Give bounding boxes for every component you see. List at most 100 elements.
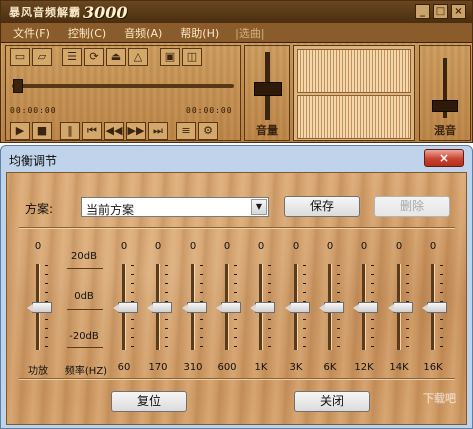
db-line-bottom xyxy=(67,347,103,348)
menu-bar: 文件(F) 控制(C) 音频(A) 帮助(H) |选曲| xyxy=(1,23,472,43)
up-icon[interactable]: △ xyxy=(128,48,148,66)
open-folder-icon[interactable]: ▭ xyxy=(10,48,30,66)
band-slider-thumb[interactable] xyxy=(216,302,241,313)
band-slider-thumb[interactable] xyxy=(388,302,413,313)
reset-button[interactable]: 复位 xyxy=(111,391,187,412)
band-value: 0 xyxy=(120,241,128,252)
volume-knob[interactable] xyxy=(254,82,282,96)
band-value: 0 xyxy=(360,241,368,252)
seek-knob[interactable] xyxy=(13,79,23,93)
pause-icon[interactable]: ‖ xyxy=(60,122,80,140)
band-frequency-label: 3K xyxy=(289,362,303,373)
band-frequency-label: 14K xyxy=(389,362,409,373)
menu-control[interactable]: 控制(C) xyxy=(68,25,106,41)
playlist-icon[interactable]: ☰ xyxy=(62,48,82,66)
seek-bar[interactable] xyxy=(12,84,234,88)
band-value: 0 xyxy=(292,241,300,252)
delete-button[interactable]: 删除 xyxy=(374,196,450,217)
spectrum-top xyxy=(297,49,411,93)
minimize-button[interactable]: _ xyxy=(415,4,430,19)
save-button[interactable]: 保存 xyxy=(284,196,360,217)
equalizer-dialog: 均衡调节 × 方案: 当前方案 ▼ 保存 删除 20dB 0dB -20dB 频… xyxy=(0,145,473,429)
band-frequency-label: 170 xyxy=(148,362,168,373)
band-slider-thumb[interactable] xyxy=(147,302,172,313)
band-value: 0 xyxy=(429,241,437,252)
prev-icon[interactable]: ⏮ xyxy=(82,122,102,140)
band-slider-thumb[interactable] xyxy=(182,302,207,313)
db-label-bottom: -20dB xyxy=(69,331,99,342)
preset-select[interactable]: 当前方案 ▼ xyxy=(81,197,269,217)
band-frequency-label: 1K xyxy=(254,362,268,373)
bottom-divider xyxy=(19,378,455,380)
control-panel: ▭ ▱ ☰ ⟳ ⏏ △ ▣ ◫ 00:00:00 00:00:00 ▶ ■ ‖ … xyxy=(5,45,241,141)
menu-file[interactable]: 文件(F) xyxy=(13,25,50,41)
band-slider-thumb[interactable] xyxy=(27,302,52,313)
menu-audio[interactable]: 音频(A) xyxy=(124,25,162,41)
menu-select-track[interactable]: |选曲| xyxy=(235,25,264,41)
settings-icon[interactable]: ⚙ xyxy=(198,122,218,140)
close-button[interactable]: × xyxy=(451,4,466,19)
loop-icon[interactable]: ⟳ xyxy=(84,48,104,66)
band-value: 0 xyxy=(326,241,334,252)
spectrum-bottom xyxy=(297,95,411,139)
band-slider-thumb[interactable] xyxy=(250,302,275,313)
dialog-title: 均衡调节 xyxy=(9,154,58,168)
menu-help[interactable]: 帮助(H) xyxy=(180,25,219,41)
preset-value: 当前方案 xyxy=(86,203,135,217)
next-icon[interactable]: ⏭ xyxy=(148,122,168,140)
watermark: 下载吧 xyxy=(423,392,456,405)
volume-label: 音量 xyxy=(256,124,278,137)
band-value: 0 xyxy=(34,241,42,252)
stop-icon[interactable]: ■ xyxy=(32,122,52,140)
maximize-button[interactable]: □ xyxy=(433,4,448,19)
eject-icon[interactable]: ⏏ xyxy=(106,48,126,66)
band-value: 0 xyxy=(223,241,231,252)
transport-toolbar: ▶ ■ ‖ ⏮ ◀◀ ▶▶ ⏭ ≡ ⚙ xyxy=(10,122,218,142)
list-icon[interactable]: ≡ xyxy=(176,122,196,140)
close-dialog-button[interactable]: 关闭 xyxy=(294,391,370,412)
band-slider-thumb[interactable] xyxy=(113,302,138,313)
time-elapsed: 00:00:00 xyxy=(10,106,57,115)
band-frequency-label: 12K xyxy=(354,362,374,373)
band-frequency-label: 600 xyxy=(217,362,237,373)
band-frequency-label: 16K xyxy=(423,362,443,373)
spectrum-display xyxy=(293,45,415,141)
volume-panel: 音量 xyxy=(244,45,290,141)
top-divider xyxy=(19,227,455,229)
equalizer-body: 方案: 当前方案 ▼ 保存 删除 20dB 0dB -20dB 频率(HZ) 0… xyxy=(6,172,467,425)
mix-panel: 混音 xyxy=(419,45,471,141)
preset-label: 方案: xyxy=(25,202,54,216)
db-line-top xyxy=(67,268,103,269)
time-total: 00:00:00 xyxy=(186,106,233,115)
band-value: 0 xyxy=(395,241,403,252)
top-toolbar: ▭ ▱ ☰ ⟳ ⏏ △ ▣ ◫ xyxy=(10,48,202,68)
open-file-icon[interactable]: ▱ xyxy=(32,48,52,66)
screen-icon[interactable]: ▣ xyxy=(160,48,180,66)
band-slider-thumb[interactable] xyxy=(319,302,344,313)
band-frequency-label: 6K xyxy=(323,362,337,373)
rewind-icon[interactable]: ◀◀ xyxy=(104,122,124,140)
player-window: 暴风音频解霸 3000 _ □ × 文件(F) 控制(C) 音频(A) 帮助(H… xyxy=(0,0,473,143)
mix-label: 混音 xyxy=(434,124,456,137)
band-value: 0 xyxy=(257,241,265,252)
band-value: 0 xyxy=(154,241,162,252)
db-label-top: 20dB xyxy=(71,251,97,262)
mix-knob[interactable] xyxy=(432,100,458,112)
play-icon[interactable]: ▶ xyxy=(10,122,30,140)
mini-mode-icon[interactable]: ◫ xyxy=(182,48,202,66)
band-slider-thumb[interactable] xyxy=(353,302,378,313)
band-value: 0 xyxy=(189,241,197,252)
band-slider-thumb[interactable] xyxy=(422,302,447,313)
freq-axis-label: 频率(HZ) xyxy=(64,366,108,377)
app-logo: 3000 xyxy=(83,2,128,22)
dialog-close-button[interactable]: × xyxy=(424,149,464,167)
band-slider-thumb[interactable] xyxy=(285,302,310,313)
band-frequency-label: 310 xyxy=(183,362,203,373)
db-label-mid: 0dB xyxy=(74,291,94,302)
player-titlebar[interactable]: 暴风音频解霸 3000 _ □ × xyxy=(1,1,472,23)
band-frequency-label: 功放 xyxy=(28,366,48,377)
app-title: 暴风音频解霸 xyxy=(9,6,81,19)
forward-icon[interactable]: ▶▶ xyxy=(126,122,146,140)
band-frequency-label: 60 xyxy=(117,362,131,373)
chevron-down-icon[interactable]: ▼ xyxy=(251,199,267,215)
